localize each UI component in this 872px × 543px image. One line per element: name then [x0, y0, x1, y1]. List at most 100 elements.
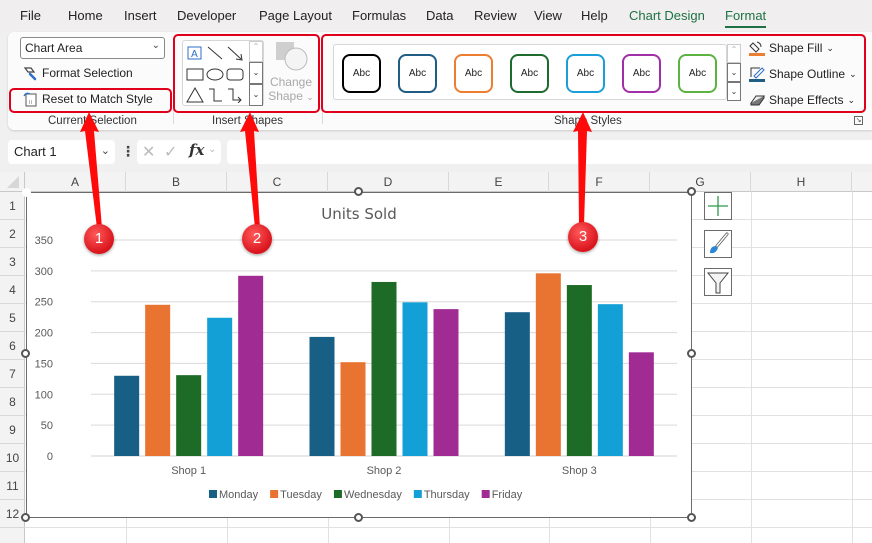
tab-view[interactable]: View	[534, 8, 562, 23]
y-tick-label: 250	[35, 297, 53, 309]
bar-friday-shop-1[interactable]	[238, 275, 264, 456]
formula-controls: ✕ ✓ fx ⌄	[137, 140, 221, 164]
bar-monday-shop-2[interactable]	[309, 336, 335, 456]
shape-styles-group-label: Shape Styles	[554, 115, 622, 127]
row-header[interactable]: 7	[0, 360, 25, 388]
resize-handle[interactable]	[22, 188, 31, 197]
more-options-icon[interactable]: ⋮	[121, 143, 135, 160]
bar-friday-shop-3[interactable]	[628, 352, 654, 456]
row-header[interactable]: 4	[0, 276, 25, 304]
resize-handle-right[interactable]	[687, 349, 696, 358]
bar-thursday-shop-2[interactable]	[402, 302, 428, 456]
column-header-e[interactable]: E	[449, 172, 549, 192]
tab-chart-design[interactable]: Chart Design	[629, 8, 705, 23]
tab-review[interactable]: Review	[474, 8, 517, 23]
tab-help[interactable]: Help	[581, 8, 608, 23]
annotation-box-shape-styles	[321, 34, 866, 113]
column-headers: A B C D E F G H	[0, 172, 872, 192]
chart-element-value: Chart Area	[25, 41, 83, 55]
enter-icon[interactable]: ✓	[164, 142, 177, 162]
tab-format[interactable]: Format	[725, 8, 767, 28]
column-header-d[interactable]: D	[328, 172, 449, 192]
cancel-icon[interactable]: ✕	[142, 142, 155, 162]
row-header[interactable]: 8	[0, 388, 25, 416]
column-header-c[interactable]: C	[227, 172, 328, 192]
resize-handle-bottom-left[interactable]	[21, 513, 30, 522]
row-header[interactable]: 10	[0, 444, 25, 472]
paintbrush-icon	[710, 232, 729, 254]
filter-funnel-icon	[706, 272, 730, 294]
legend-label-monday: Monday	[219, 489, 259, 501]
annotation-badge-2: 2	[242, 224, 272, 254]
annotation-box-reset-style	[9, 88, 172, 113]
legend-label-wednesday: Wednesday	[344, 489, 402, 501]
x-category-label: Shop 3	[562, 465, 597, 477]
row-header[interactable]: 3	[0, 248, 25, 276]
formula-bar: Chart 1 ⌄ ⋮ ✕ ✓ fx ⌄	[0, 136, 872, 170]
chevron-down-icon: ⌄	[151, 40, 160, 51]
x-category-label: Shop 2	[367, 465, 402, 477]
plus-icon	[708, 196, 728, 216]
insert-function-button[interactable]: fx	[189, 141, 204, 159]
y-tick-label: 300	[35, 266, 53, 278]
annotation-badge-1: 1	[84, 224, 114, 254]
tab-file[interactable]: File	[20, 8, 41, 23]
resize-handle-left[interactable]	[21, 349, 30, 358]
column-header-h[interactable]: H	[751, 172, 852, 192]
legend-label-thursday: Thursday	[424, 489, 470, 501]
format-selection-button[interactable]: Format Selection	[22, 65, 133, 81]
bar-thursday-shop-3[interactable]	[597, 304, 623, 456]
column-header-f[interactable]: F	[549, 172, 650, 192]
bar-tuesday-shop-1[interactable]	[145, 304, 171, 456]
dialog-launcher-icon[interactable]: ↘	[854, 116, 863, 125]
y-tick-label: 0	[47, 451, 53, 463]
row-header[interactable]: 11	[0, 472, 25, 500]
bar-wednesday-shop-2[interactable]	[371, 281, 397, 456]
y-tick-label: 350	[35, 235, 53, 247]
chart-elements-button[interactable]	[704, 192, 732, 220]
format-selection-label: Format Selection	[42, 66, 133, 80]
select-all-corner[interactable]	[0, 172, 25, 192]
tab-formulas[interactable]: Formulas	[352, 8, 406, 23]
tab-data[interactable]: Data	[426, 8, 453, 23]
row-gridline	[25, 527, 872, 528]
formula-input[interactable]	[227, 140, 872, 164]
bar-tuesday-shop-3[interactable]	[535, 273, 561, 456]
chevron-down-icon: ⌄	[208, 144, 217, 155]
chevron-down-icon: ⌄	[100, 145, 110, 157]
tab-home[interactable]: Home	[68, 8, 103, 23]
bar-monday-shop-3[interactable]	[504, 312, 530, 456]
column-header-g[interactable]: G	[650, 172, 751, 192]
resize-handle-bottom[interactable]	[354, 513, 363, 522]
legend-swatch-thursday	[413, 490, 422, 498]
bar-tuesday-shop-2[interactable]	[340, 362, 366, 456]
bar-monday-shop-1[interactable]	[114, 375, 140, 456]
row-header[interactable]: 9	[0, 416, 25, 444]
bar-friday-shop-2[interactable]	[433, 309, 459, 456]
resize-handle-top-right[interactable]	[687, 187, 696, 196]
annotation-badge-3: 3	[568, 222, 598, 252]
column-header-a[interactable]: A	[25, 172, 126, 192]
row-header[interactable]: 5	[0, 304, 25, 332]
legend-swatch-wednesday	[333, 490, 342, 498]
tab-page-layout[interactable]: Page Layout	[259, 8, 332, 23]
resize-handle-bottom-right[interactable]	[687, 513, 696, 522]
legend-label-friday: Friday	[492, 489, 523, 501]
row-header[interactable]: 1	[0, 192, 25, 220]
tab-insert[interactable]: Insert	[124, 8, 157, 23]
bar-wednesday-shop-1[interactable]	[176, 375, 202, 456]
tab-developer[interactable]: Developer	[177, 8, 236, 23]
x-category-label: Shop 1	[171, 465, 206, 477]
column-gridline	[852, 192, 853, 543]
bar-thursday-shop-1[interactable]	[207, 317, 233, 456]
menu-bar: File Home Insert Developer Page Layout F…	[0, 0, 872, 32]
chart-filters-button[interactable]	[704, 268, 732, 296]
chart-styles-button[interactable]	[704, 230, 732, 258]
name-box[interactable]: Chart 1 ⌄	[8, 140, 115, 164]
chart-element-select[interactable]: Chart Area ⌄	[20, 37, 165, 59]
bar-wednesday-shop-3[interactable]	[566, 285, 592, 456]
row-header[interactable]: 2	[0, 220, 25, 248]
column-gridline	[751, 192, 752, 543]
column-header-b[interactable]: B	[126, 172, 227, 192]
resize-handle-top[interactable]	[354, 187, 363, 196]
